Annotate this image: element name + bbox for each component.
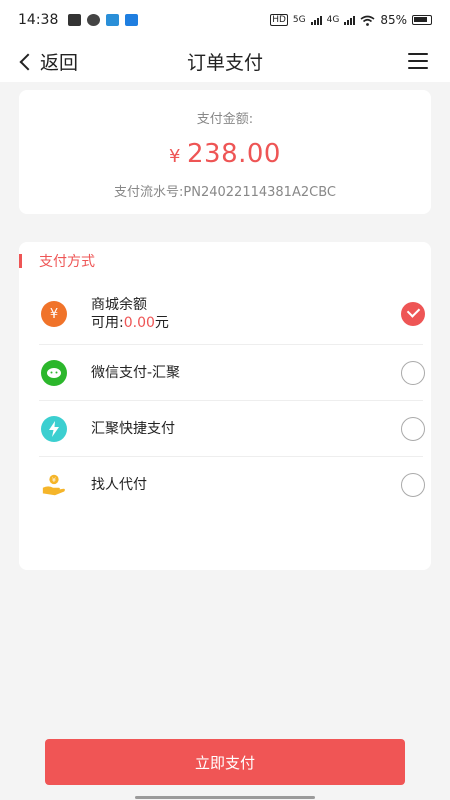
network-5g-label: 5G bbox=[292, 15, 306, 25]
amount-label: 支付金额: bbox=[196, 112, 254, 127]
yen-circle-icon: ¥ bbox=[41, 301, 67, 327]
menu-icon-line bbox=[408, 60, 428, 62]
amount-number: 238.00 bbox=[186, 139, 281, 169]
wifi-icon bbox=[360, 15, 375, 26]
home-indicator[interactable] bbox=[135, 796, 315, 799]
method-quickpay-label: 汇聚快捷支付 bbox=[91, 421, 175, 437]
balance-suffix: 元 bbox=[154, 315, 169, 331]
radio-wechat[interactable] bbox=[401, 361, 425, 385]
method-friend-pay[interactable]: ¥ 找人代付 bbox=[19, 457, 431, 513]
amount-card: 支付金额: ¥238.00 支付流水号:PN24022114381A2CBC bbox=[19, 90, 431, 214]
amount-value: ¥238.00 bbox=[19, 139, 431, 169]
pay-now-button[interactable]: 立即支付 bbox=[45, 739, 405, 785]
signal-icon bbox=[310, 15, 322, 25]
balance-prefix: 可用: bbox=[91, 315, 124, 331]
hand-coin-icon: ¥ bbox=[41, 472, 67, 498]
back-label: 返回 bbox=[40, 52, 79, 74]
nav-bar: 返回 订单支付 bbox=[0, 40, 450, 82]
radio-quickpay[interactable] bbox=[401, 417, 425, 441]
chevron-left-icon bbox=[19, 53, 37, 70]
link-app-icon bbox=[87, 14, 101, 26]
method-wechat[interactable]: 微信支付-汇聚 bbox=[19, 345, 431, 401]
balance-value: 0.00 bbox=[123, 315, 155, 331]
status-right: HD 5G 4G 85% bbox=[270, 13, 432, 27]
section-marker bbox=[19, 254, 22, 268]
navigation-app-icon bbox=[125, 14, 139, 26]
menu-icon-line bbox=[408, 67, 428, 69]
menu-button[interactable] bbox=[408, 53, 428, 69]
battery-percent: 85% bbox=[380, 13, 407, 27]
back-button[interactable]: 返回 bbox=[16, 48, 78, 75]
status-time: 14:38 bbox=[18, 12, 59, 28]
method-friend-pay-label: 找人代付 bbox=[91, 477, 147, 493]
battery-icon bbox=[412, 15, 432, 25]
menu-icon-line bbox=[408, 53, 428, 55]
balance-available: 可用:0.00元 bbox=[91, 314, 169, 332]
status-left: 14:38 bbox=[18, 12, 139, 28]
wechat-icon bbox=[41, 360, 67, 386]
method-balance-label: 商城余额 bbox=[91, 297, 147, 313]
signal-icon-2 bbox=[344, 15, 356, 25]
serial-number: 支付流水号:PN24022114381A2CBC bbox=[114, 185, 336, 200]
video-app-icon bbox=[68, 14, 82, 26]
hd-indicator: HD bbox=[270, 14, 288, 26]
methods-header: 支付方式 bbox=[19, 252, 95, 270]
method-quickpay[interactable]: 汇聚快捷支付 bbox=[19, 401, 431, 457]
radio-friend-pay[interactable] bbox=[401, 473, 425, 497]
method-wechat-label: 微信支付-汇聚 bbox=[91, 365, 181, 381]
network-4g-label: 4G bbox=[326, 15, 340, 25]
currency-symbol: ¥ bbox=[169, 146, 181, 167]
methods-title: 支付方式 bbox=[39, 254, 95, 270]
svg-text:¥: ¥ bbox=[52, 476, 56, 484]
status-bar: 14:38 HD 5G 4G 85% bbox=[0, 0, 450, 40]
method-balance-text: 商城余额 可用:0.00元 bbox=[91, 296, 169, 332]
method-balance[interactable]: ¥ 商城余额 可用:0.00元 bbox=[19, 286, 431, 342]
radio-balance[interactable] bbox=[401, 302, 425, 326]
gallery-app-icon bbox=[106, 14, 120, 26]
lightning-icon bbox=[41, 416, 67, 442]
payment-methods-card: 支付方式 ¥ 商城余额 可用:0.00元 微信支付-汇聚 汇聚快捷支付 ¥ 找人… bbox=[19, 242, 431, 570]
